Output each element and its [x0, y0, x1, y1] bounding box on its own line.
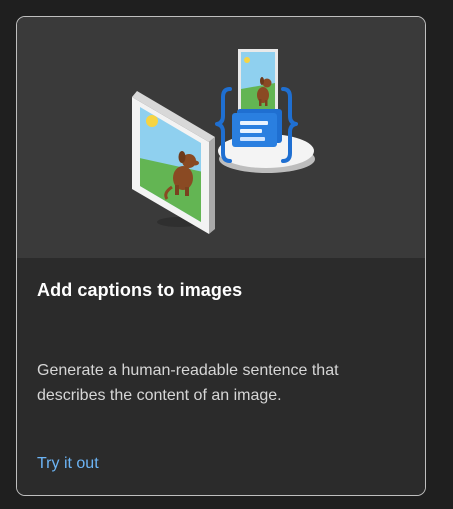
caption-card-icon: [232, 109, 282, 147]
card-title: Add captions to images: [37, 280, 243, 300]
feature-card[interactable]: Add captions to images Generate a human-…: [16, 16, 426, 496]
card-body: Add captions to images Generate a human-…: [17, 258, 425, 495]
photo-frame-icon: [132, 91, 215, 234]
card-hero: [17, 17, 425, 258]
try-it-out-link[interactable]: Try it out: [37, 455, 99, 473]
small-photo-icon: [238, 49, 278, 113]
card-description: Generate a human-readable sentence that …: [37, 362, 339, 404]
page: Add captions to images Generate a human-…: [0, 0, 453, 509]
image-caption-illustration: [132, 49, 315, 234]
